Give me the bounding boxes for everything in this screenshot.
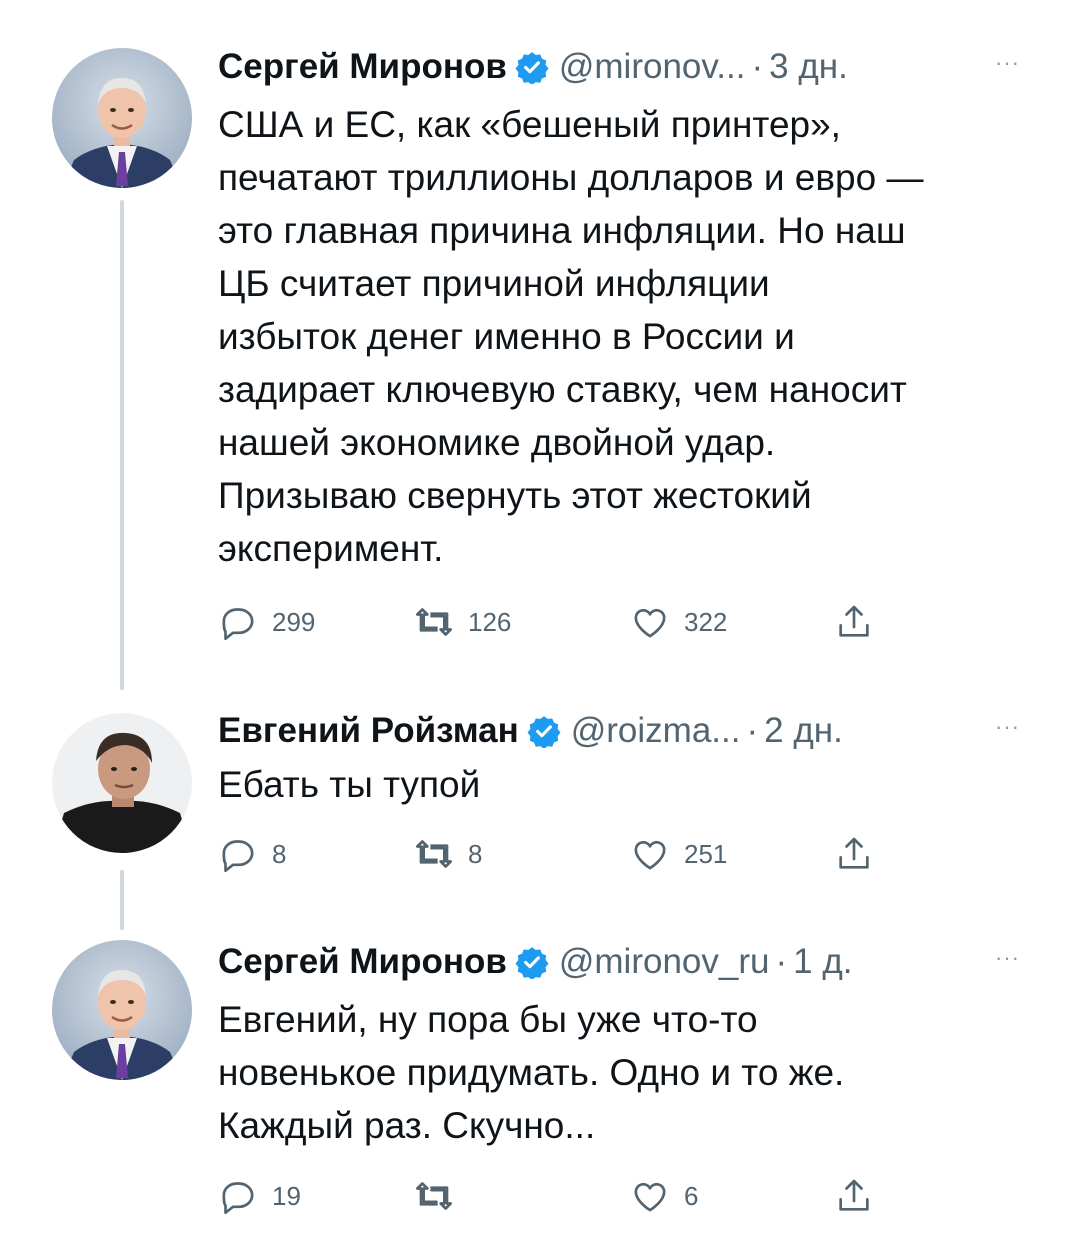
reply-count: 19 (272, 1180, 301, 1211)
more-icon[interactable]: ··· (995, 945, 1020, 971)
author-handle[interactable]: @mironov_ru (559, 942, 770, 982)
avatar-image-mironov (52, 940, 192, 1080)
tweet-text: Евгений, ну пора бы уже что-то новенькое… (218, 999, 845, 1146)
tweet-thread: Сергей Миронов @mironov... · 3 дн. ··· С… (0, 0, 1080, 1243)
retweet-icon (416, 1182, 452, 1210)
avatar[interactable] (52, 940, 192, 1080)
tweet-header: Сергей Миронов @mironov_ru · 1 д. ··· (218, 937, 1020, 987)
reply-icon (222, 1182, 254, 1214)
reply-button[interactable]: 19 (218, 1176, 301, 1216)
tweet-actions: 19 6 (218, 1176, 918, 1216)
retweet-button[interactable] (414, 1176, 468, 1216)
separator-dot: · (775, 942, 788, 981)
timestamp[interactable]: 1 д. (793, 942, 852, 982)
like-icon (634, 1182, 666, 1212)
share-icon (839, 1179, 869, 1211)
share-button[interactable] (834, 1176, 888, 1216)
tweet[interactable]: Сергей Миронов @mironov_ru · 1 д. ··· Ев… (0, 0, 1080, 1243)
like-count: 6 (684, 1180, 699, 1211)
verified-badge-icon (515, 947, 549, 979)
like-button[interactable]: 6 (630, 1176, 698, 1216)
author-name[interactable]: Сергей Миронов (218, 942, 507, 982)
